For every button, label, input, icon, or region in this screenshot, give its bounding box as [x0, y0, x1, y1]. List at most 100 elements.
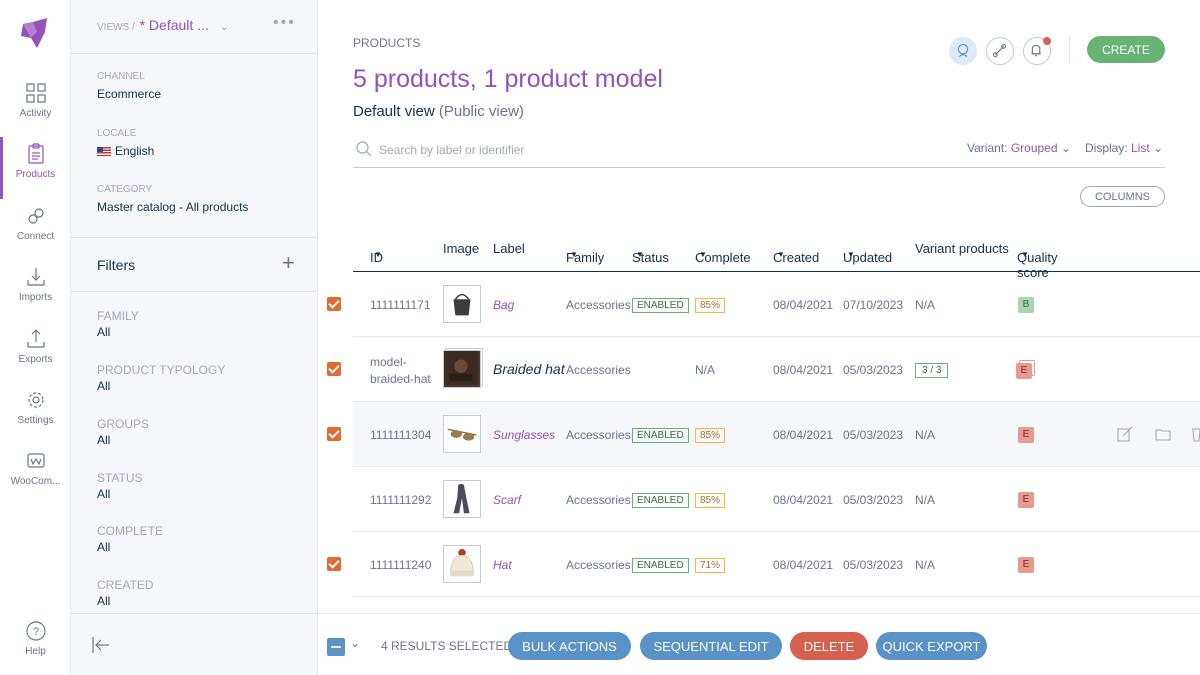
row-checkbox[interactable] [327, 427, 341, 441]
cell-variant: N/A [915, 558, 936, 572]
column-header-image: Image [443, 241, 480, 256]
view-type-label: (Public view) [438, 103, 524, 120]
nav-exports[interactable]: Exports [0, 328, 71, 388]
sequential-edit-button[interactable]: SEQUENTIAL EDIT [640, 632, 782, 660]
quick-export-button[interactable]: QUICK EXPORT [876, 632, 987, 660]
filter-groups[interactable]: GROUPS All [97, 417, 149, 447]
add-filter-icon[interactable]: + [282, 250, 295, 276]
more-options-icon[interactable]: ••• [273, 14, 296, 32]
nav-products-label: Products [15, 169, 56, 180]
table-header: ID ▼ Image Label Family ▼ Status ▼ Complete… [353, 232, 1200, 280]
view-name: * Default ... [139, 17, 209, 33]
filter-complete[interactable]: COMPLETE All [97, 524, 163, 554]
cell-label[interactable]: Bag [493, 298, 514, 312]
collapse-panel-icon[interactable] [91, 635, 111, 655]
bag-image [453, 293, 471, 316]
delete-button[interactable]: DELETE [790, 632, 868, 660]
filter-status[interactable]: STATUS All [97, 471, 143, 501]
category-selector[interactable]: CATEGORY Master catalog - All products [97, 184, 248, 216]
product-thumbnail [443, 415, 481, 453]
notification-badge [1043, 37, 1051, 45]
activity-icon [25, 83, 46, 103]
filter-label: PRODUCT TYPOLOGY [97, 363, 226, 377]
cell-updated: 05/03/2023 [843, 363, 904, 377]
nav-activity[interactable]: Activity [0, 82, 71, 142]
cell-updated: 05/03/2023 [843, 558, 904, 572]
cell-label[interactable]: Hat [493, 558, 512, 572]
cell-variant: N/A [915, 428, 936, 442]
cell-id: 1111111240 [370, 558, 432, 572]
settings-icon [27, 392, 44, 408]
scarf-image [453, 483, 470, 514]
divider [71, 613, 318, 614]
nav-exports-label: Exports [18, 354, 53, 365]
delete-icon[interactable] [1191, 426, 1200, 442]
select-all-checkbox[interactable] [327, 638, 345, 656]
cell-updated: 05/03/2023 [843, 493, 904, 507]
nav-connect[interactable]: Connect [0, 205, 71, 265]
locale-label: LOCALE [97, 128, 137, 139]
quality-score-badge: E [1016, 363, 1032, 379]
nav-settings-label: Settings [17, 415, 54, 426]
filter-value: All [97, 379, 111, 393]
variant-count-badge: 3 / 3 [915, 363, 949, 378]
breadcrumb[interactable]: PRODUCTS [353, 36, 420, 50]
filter-family[interactable]: FAMILY All [97, 309, 139, 339]
cell-label[interactable]: Braided hat [493, 361, 565, 377]
variant-selector[interactable]: Variant: Grouped ⌄ [967, 141, 1071, 155]
us-flag-icon [97, 147, 111, 156]
product-thumbnail [443, 545, 481, 583]
channel-selector[interactable]: CHANNEL Ecommerce [97, 71, 161, 103]
nav-imports[interactable]: Imports [0, 266, 71, 326]
status-badge: ENABLED [632, 428, 689, 443]
nav-connect-label: Connect [16, 231, 55, 242]
cell-family: Accessories [566, 298, 631, 312]
filter-product-typology[interactable]: PRODUCT TYPOLOGY All [97, 363, 225, 393]
variant-label: Variant: [967, 141, 1008, 155]
cell-label[interactable]: Scarf [493, 493, 521, 507]
create-button[interactable]: CREATE [1087, 36, 1165, 63]
view-selector[interactable]: VIEWS / * Default ... ⌄ [97, 17, 229, 33]
columns-button[interactable]: COLUMNS [1080, 186, 1165, 207]
filter-created[interactable]: CREATED All [97, 578, 153, 608]
cell-complete: N/A [695, 363, 716, 377]
locale-selector[interactable]: LOCALE English [97, 128, 154, 160]
edit-icon[interactable] [1117, 426, 1133, 442]
sunglasses-image [447, 428, 477, 441]
chevron-down-icon[interactable]: ⌄ [350, 636, 360, 650]
table-row[interactable]: 1111111171 Bag Accessories ENABLED 85% 0… [353, 272, 1200, 337]
edit-button[interactable] [986, 37, 1014, 65]
notifications-button[interactable] [1023, 37, 1051, 65]
caret-down-icon: ▼ [1021, 250, 1029, 259]
page-title: 5 products, 1 product model [353, 65, 663, 93]
nav-products[interactable]: Products [0, 137, 71, 203]
akeneo-logo[interactable] [19, 18, 51, 48]
filter-panel: VIEWS / * Default ... ⌄ ••• CHANNEL Ecom… [71, 0, 318, 675]
help-center-button[interactable] [949, 37, 977, 65]
table-row[interactable]: 1111111292 Scarf Accessories ENABLED 85%… [353, 467, 1200, 532]
bulk-actions-button[interactable]: BULK ACTIONS [508, 632, 631, 660]
row-checkbox[interactable] [327, 297, 341, 311]
status-badge: ENABLED [632, 298, 689, 313]
row-checkbox[interactable] [327, 362, 341, 376]
display-selector[interactable]: Display: List ⌄ [1085, 141, 1163, 155]
nav-settings[interactable]: Settings [0, 389, 71, 449]
cell-variant: N/A [915, 298, 936, 312]
cell-label[interactable]: Sunglasses [493, 428, 555, 442]
filter-value: All [97, 433, 111, 447]
filter-label: STATUS [97, 471, 143, 485]
table-row[interactable]: 1111111240 Hat Accessories ENABLED 71% 0… [353, 532, 1200, 597]
quality-score-badge: B [1018, 297, 1034, 313]
row-checkbox[interactable] [327, 557, 341, 571]
table-row[interactable]: 1111111304 Sunglasses Accessories ENABLE… [353, 402, 1200, 467]
nav-help[interactable]: ? Help [0, 620, 71, 675]
link-icon [992, 43, 1007, 58]
filters-title: Filters [97, 257, 136, 273]
nav-woocommerce[interactable]: WooCom... [0, 450, 71, 510]
cell-id: 1111111292 [370, 493, 432, 507]
quality-score-badge: E [1018, 492, 1034, 508]
search-input[interactable] [379, 140, 879, 160]
chevron-down-icon: ⌄ [1060, 141, 1071, 155]
table-row[interactable]: model- braided-hat Braided hat Accessori… [353, 337, 1200, 402]
folder-icon[interactable] [1155, 426, 1171, 442]
